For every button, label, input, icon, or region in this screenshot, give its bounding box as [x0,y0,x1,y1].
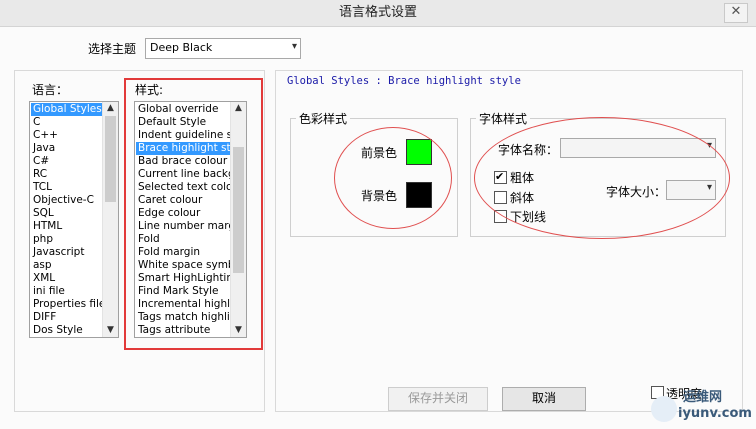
scroll-up-icon[interactable]: ▲ [103,102,118,115]
language-list-item[interactable]: C [31,116,102,129]
language-list-item[interactable]: Objective-C [31,194,102,207]
style-path-header: Global Styles : Brace highlight style [287,75,521,87]
cancel-button[interactable]: 取消 [502,387,586,411]
annotation-ellipse-font [474,117,730,239]
language-list-scrollbar[interactable]: ▲ ▼ [102,102,118,337]
language-list[interactable]: Global Styles C C++ Java C# RC TCL Objective-C S… [29,101,119,338]
language-list-item[interactable]: ini file [31,285,102,298]
language-list-item[interactable]: Dos Style [31,324,102,337]
language-list-item[interactable]: Properties file [31,298,102,311]
watermark-text-top: 运维网 [683,390,723,405]
language-list-item[interactable]: asp [31,259,102,272]
language-list-item[interactable]: php [31,233,102,246]
language-list-item[interactable]: Java [31,142,102,155]
language-list-item[interactable]: Javascript [31,246,102,259]
watermark-text-bottom: iyunv.com [678,406,752,421]
font-style-title: 字体样式 [476,110,531,127]
language-list-item[interactable]: C# [31,155,102,168]
scroll-thumb[interactable] [105,116,116,202]
close-icon: ✕ [730,4,742,19]
language-label: 语言： [32,83,69,97]
color-style-title: 色彩样式 [296,110,351,127]
language-list-item[interactable]: RC [31,168,102,181]
close-button[interactable]: ✕ [724,3,748,23]
save-and-close-button[interactable]: 保存并关闭 [388,387,488,411]
theme-select[interactable]: Deep Black ▾ [145,38,301,59]
language-list-item[interactable]: C++ [31,129,102,142]
language-list-item[interactable]: XML [31,272,102,285]
window-title: 语言格式设置 [338,5,417,20]
scroll-down-icon[interactable]: ▼ [103,324,118,337]
language-list-item[interactable]: HTML [31,220,102,233]
theme-label: 选择主题 [88,42,137,56]
language-list-item[interactable]: TCL [31,181,102,194]
chevron-down-icon: ▾ [291,41,297,52]
language-list-item[interactable]: Global Styles [31,103,102,116]
theme-select-value: Deep Black [150,41,213,54]
language-list-item[interactable]: DIFF [31,311,102,324]
annotation-ellipse-color [334,127,452,229]
language-list-item[interactable]: SQL [31,207,102,220]
watermark-logo [651,396,677,422]
annotation-rectangle [124,78,263,350]
